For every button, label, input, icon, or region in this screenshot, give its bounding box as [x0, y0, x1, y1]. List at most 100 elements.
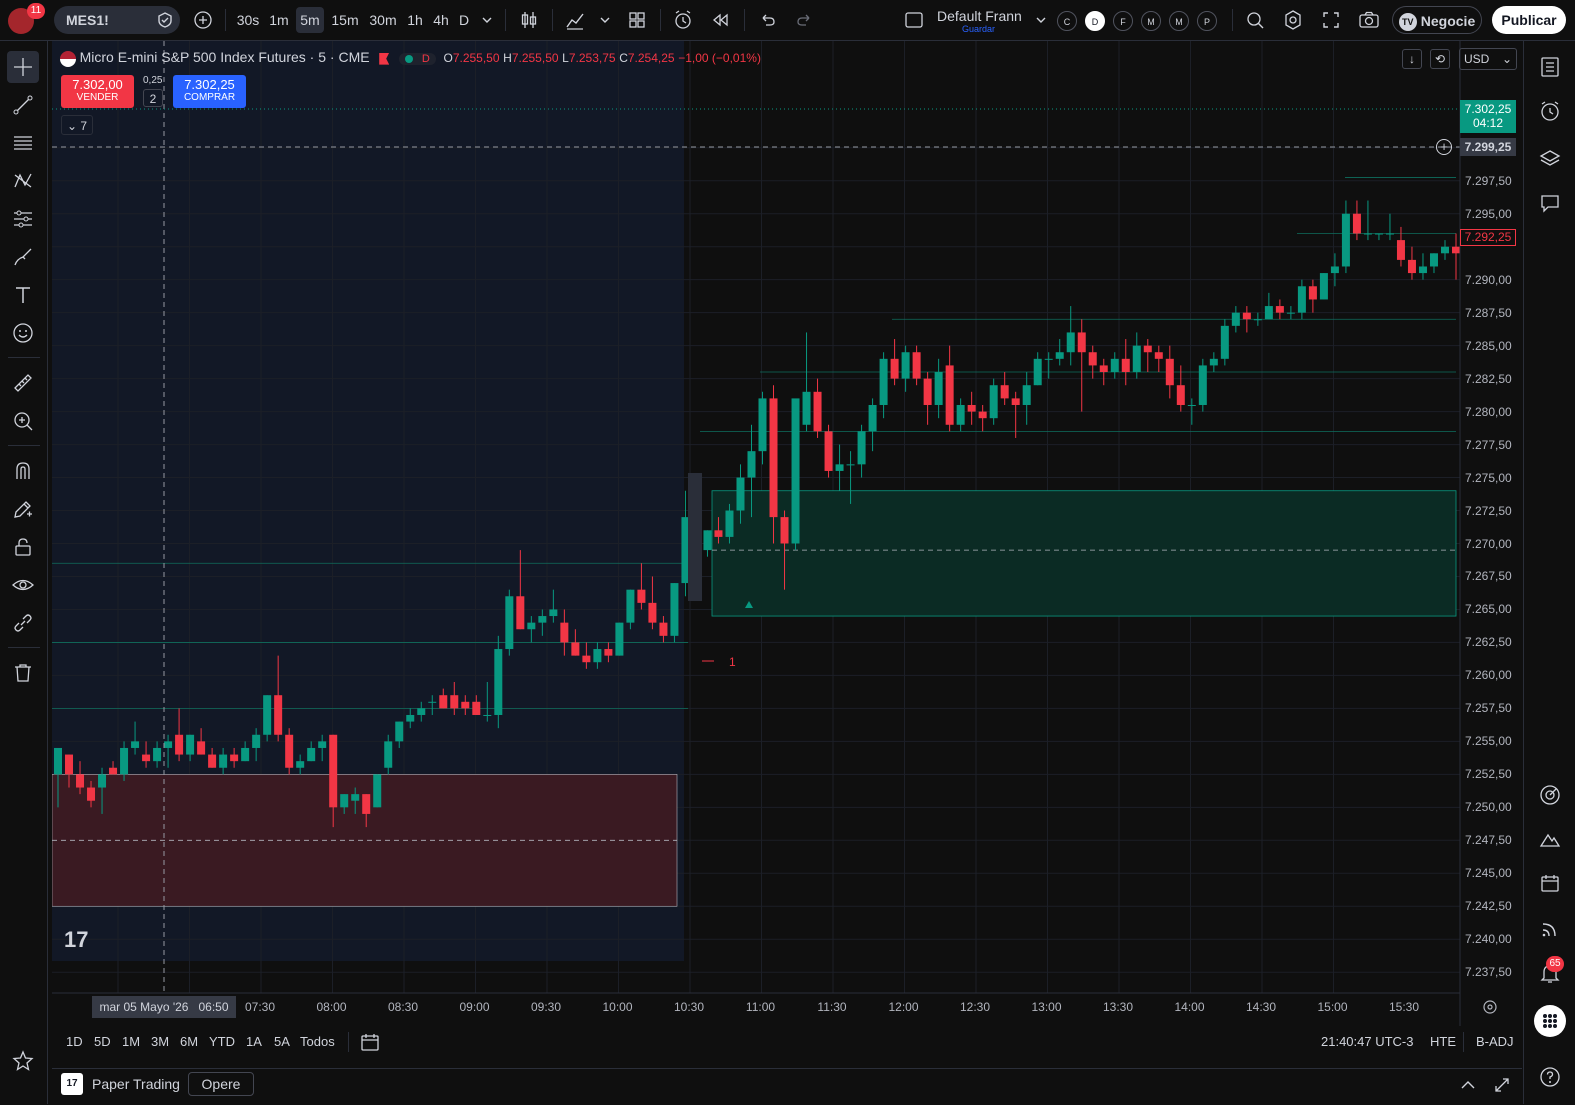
- chevron-down-icon: ⌄: [1501, 52, 1512, 66]
- replay-icon[interactable]: [708, 7, 734, 33]
- quick-interval-4[interactable]: M: [1169, 11, 1189, 31]
- broker-name[interactable]: Paper Trading: [92, 1076, 180, 1092]
- hotlist-target-icon[interactable]: [1534, 779, 1566, 811]
- layers-icon[interactable]: [1534, 143, 1566, 175]
- chat-icon[interactable]: [1534, 187, 1566, 219]
- symbol-search[interactable]: MES1!: [54, 6, 180, 34]
- quick-interval-5[interactable]: P: [1197, 11, 1217, 31]
- watchlist-icon[interactable]: [1534, 51, 1566, 83]
- range-1m[interactable]: 1M: [122, 1034, 140, 1049]
- range-1a[interactable]: 1A: [246, 1034, 262, 1049]
- candle-body: [1077, 332, 1086, 353]
- candle-body: [813, 391, 822, 432]
- fib-tool-icon[interactable]: [7, 127, 39, 159]
- zoom-in-icon[interactable]: [7, 405, 39, 437]
- sell-price: 7.302,00: [72, 77, 123, 92]
- text-tool-icon[interactable]: [7, 279, 39, 311]
- layout-dropdown-icon[interactable]: [1033, 7, 1049, 33]
- buy-button[interactable]: 7.302,25 COMPRAR: [173, 75, 246, 108]
- alert-icon[interactable]: [670, 7, 696, 33]
- interval-30m[interactable]: 30m: [366, 7, 400, 33]
- quick-interval-0[interactable]: C: [1057, 11, 1077, 31]
- camera-icon[interactable]: [1356, 7, 1382, 33]
- calendar-icon[interactable]: [1534, 867, 1566, 899]
- publish-button[interactable]: Publicar: [1492, 6, 1566, 34]
- layout-save-label[interactable]: Guardar: [962, 24, 995, 34]
- apps-grid-icon[interactable]: [1534, 1005, 1566, 1037]
- adjust-badj-button[interactable]: B-ADJ: [1476, 1034, 1514, 1049]
- candle-body: [780, 517, 789, 544]
- indicators-icon[interactable]: [562, 7, 588, 33]
- ideas-mountain-icon[interactable]: [1534, 823, 1566, 855]
- maximize-icon[interactable]: [1492, 1075, 1512, 1098]
- trade-panel-button[interactable]: Opere: [188, 1072, 254, 1096]
- link-icon[interactable]: [7, 607, 39, 639]
- forecast-tool-icon[interactable]: [7, 203, 39, 235]
- interval-1m[interactable]: 1m: [266, 7, 292, 33]
- interval-5m[interactable]: 5m: [296, 7, 324, 33]
- undo-icon[interactable]: [754, 7, 780, 33]
- quick-search-icon[interactable]: [1242, 7, 1268, 33]
- range-3m[interactable]: 3M: [151, 1034, 169, 1049]
- clock-timezone[interactable]: 21:40:47 UTC-3: [1321, 1034, 1414, 1049]
- quantity-field[interactable]: 2: [143, 89, 163, 107]
- indicators-toggle[interactable]: ⌄ 7: [61, 115, 93, 135]
- compare-add-icon[interactable]: [191, 7, 215, 33]
- interval-4h[interactable]: 4h: [430, 7, 452, 33]
- redo-icon[interactable]: [792, 7, 818, 33]
- interval-dropdown-icon[interactable]: [478, 7, 496, 33]
- pattern-tool-icon[interactable]: [7, 165, 39, 197]
- range-6m[interactable]: 6M: [180, 1034, 198, 1049]
- scale-down-arrow-icon[interactable]: ↓: [1402, 49, 1422, 69]
- refresh-icon[interactable]: ⟲: [1430, 49, 1450, 69]
- trendline-tool-icon[interactable]: [7, 89, 39, 121]
- candlestick-chart[interactable]: 1 17: [52, 41, 1522, 1061]
- layout-square-icon[interactable]: [902, 7, 926, 33]
- time-tick-label: 10:00: [602, 1000, 633, 1014]
- range-ytd[interactable]: YTD: [209, 1034, 235, 1049]
- range-5d[interactable]: 5D: [94, 1034, 111, 1049]
- favorites-star-icon[interactable]: [7, 1045, 39, 1077]
- drawing-mode-icon[interactable]: [7, 493, 39, 525]
- interval-d[interactable]: D: [455, 7, 473, 33]
- candle-type-icon[interactable]: [516, 7, 542, 33]
- magnet-icon[interactable]: [7, 455, 39, 487]
- candle-body: [582, 655, 591, 663]
- quick-interval-2[interactable]: F: [1113, 11, 1133, 31]
- interval-15m[interactable]: 15m: [328, 7, 362, 33]
- range-1d[interactable]: 1D: [66, 1034, 83, 1049]
- help-icon[interactable]: [1534, 1061, 1566, 1093]
- templates-grid-icon[interactable]: [624, 7, 650, 33]
- range-todos[interactable]: Todos: [300, 1034, 335, 1049]
- interval-30s[interactable]: 30s: [235, 7, 261, 33]
- trade-button[interactable]: TV Negocie: [1392, 6, 1482, 34]
- sell-button[interactable]: 7.302,00 VENDER: [61, 75, 134, 108]
- add-alert-plus-icon[interactable]: +: [1436, 139, 1452, 155]
- indicators-dropdown-icon[interactable]: [596, 7, 614, 33]
- range-5a[interactable]: 5A: [274, 1034, 290, 1049]
- session-hte-button[interactable]: HTE: [1430, 1034, 1456, 1049]
- quick-interval-1[interactable]: D: [1085, 11, 1105, 31]
- chart-area[interactable]: 1 17 Micro E-mini S&P 500 Index Futures …: [52, 41, 1522, 1061]
- layout-name[interactable]: Default Frann: [937, 8, 1022, 24]
- quick-interval-3[interactable]: M: [1141, 11, 1161, 31]
- currency-select[interactable]: USD ⌄: [1459, 48, 1517, 70]
- lock-icon[interactable]: [7, 531, 39, 563]
- interval-1h[interactable]: 1h: [404, 7, 426, 33]
- news-feed-icon[interactable]: [1534, 913, 1566, 945]
- candle-body: [1132, 345, 1141, 373]
- ruler-tool-icon[interactable]: [7, 367, 39, 399]
- flag-marker-icon[interactable]: [379, 52, 390, 65]
- crosshair-tool-icon[interactable]: [7, 51, 39, 83]
- fullscreen-icon[interactable]: [1318, 7, 1344, 33]
- chevron-up-icon[interactable]: [1458, 1075, 1478, 1098]
- trash-icon[interactable]: [7, 657, 39, 689]
- calendar-goto-icon[interactable]: [359, 1031, 381, 1056]
- visibility-eye-icon[interactable]: [7, 569, 39, 601]
- settings-gear-icon[interactable]: [1280, 7, 1306, 33]
- alerts-clock-icon[interactable]: [1534, 95, 1566, 127]
- brush-tool-icon[interactable]: [7, 241, 39, 273]
- candle-body: [1440, 246, 1449, 254]
- time-axis-settings-icon[interactable]: [1482, 999, 1498, 1018]
- emoji-tool-icon[interactable]: [7, 317, 39, 349]
